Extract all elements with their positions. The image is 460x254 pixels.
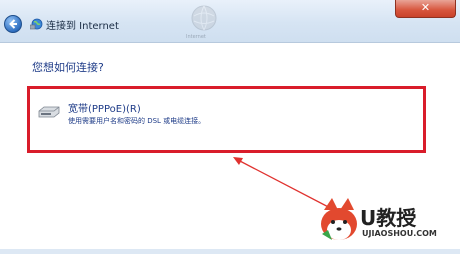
bottom-bar bbox=[0, 249, 460, 254]
watermark-brand: U教授 bbox=[360, 206, 417, 230]
watermark-url: UJIAOSHOU.COM bbox=[362, 229, 437, 238]
watermark-fox-logo bbox=[321, 198, 357, 240]
